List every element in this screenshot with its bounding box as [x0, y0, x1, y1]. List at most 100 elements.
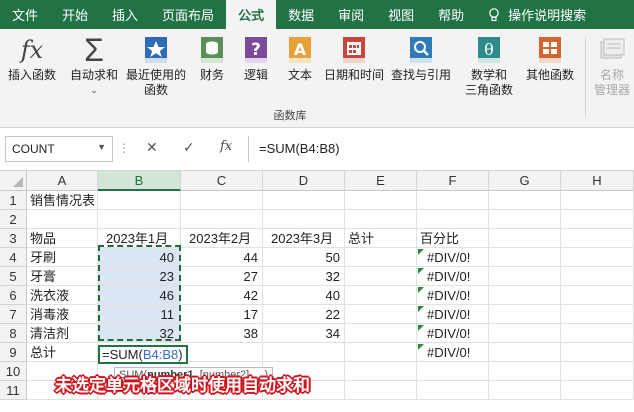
cell-g10[interactable] [489, 362, 561, 381]
row-header[interactable]: 6 [0, 286, 27, 305]
tab-formulas[interactable]: 公式 [226, 0, 277, 29]
header-cell-mar[interactable]: 2023年3月 [263, 229, 345, 248]
cell-h8[interactable] [561, 324, 634, 343]
row-header[interactable]: 8 [0, 324, 27, 343]
error-indicator-icon[interactable] [418, 268, 424, 274]
logical-button[interactable]: ? 逻辑 [238, 35, 274, 83]
cell-h9[interactable] [561, 343, 634, 362]
column-header-c[interactable]: C [181, 171, 263, 191]
error-indicator-icon[interactable] [418, 325, 424, 331]
insert-function-fx-button[interactable]: fx [220, 139, 232, 154]
cell-c1[interactable] [181, 191, 263, 210]
item-name-cell[interactable]: 洗衣液 [27, 286, 98, 305]
row-header[interactable]: 10 [0, 362, 27, 381]
total-value-cell[interactable] [345, 286, 417, 305]
error-indicator-icon[interactable] [418, 306, 424, 312]
total-value-cell[interactable] [345, 267, 417, 286]
tell-me-search[interactable]: 操作说明搜索 [476, 0, 598, 29]
cell-b1[interactable] [98, 191, 181, 210]
cell-h1[interactable] [561, 191, 634, 210]
cell-a1[interactable]: 销售情况表 [27, 191, 98, 210]
cell-h4[interactable] [561, 248, 634, 267]
cell-h6[interactable] [561, 286, 634, 305]
recently-used-button[interactable]: 最近使用的 函数 [124, 35, 188, 98]
cancel-button[interactable]: ✕ [146, 139, 158, 156]
cell-e11[interactable] [345, 381, 417, 400]
percent-value-cell[interactable]: #DIV/0! [417, 248, 489, 267]
cell-f11[interactable] [417, 381, 489, 400]
cell-g4[interactable] [489, 248, 561, 267]
active-edit-cell[interactable]: =SUM(B4:B8) [98, 345, 188, 364]
insert-function-button[interactable]: fx 插入函数 [6, 35, 58, 83]
cell-d9[interactable] [263, 343, 345, 362]
row-header[interactable]: 3 [0, 229, 27, 248]
error-indicator-icon[interactable] [418, 287, 424, 293]
cell-g3[interactable] [489, 229, 561, 248]
row-header[interactable]: 5 [0, 267, 27, 286]
enter-button[interactable]: ✓ [183, 139, 195, 156]
cell-h3[interactable] [561, 229, 634, 248]
cell-h7[interactable] [561, 305, 634, 324]
cell-g2[interactable] [489, 210, 561, 229]
percent-value-cell[interactable]: #DIV/0! [417, 324, 489, 343]
mar-value-cell[interactable]: 50 [263, 248, 345, 267]
cell-f10[interactable] [417, 362, 489, 381]
mar-value-cell[interactable]: 22 [263, 305, 345, 324]
cell-e10[interactable] [345, 362, 417, 381]
cell-h2[interactable] [561, 210, 634, 229]
total-label-cell[interactable]: 总计 [27, 343, 98, 362]
math-trig-button[interactable]: θ 数学和 三角函数 [456, 35, 522, 98]
cell-h11[interactable] [561, 381, 634, 400]
cell-g7[interactable] [489, 305, 561, 324]
lookup-reference-button[interactable]: 查找与引用 [388, 35, 454, 83]
row-header[interactable]: 4 [0, 248, 27, 267]
column-header-g[interactable]: G [489, 171, 561, 191]
date-time-button[interactable]: 日期和时间 [322, 35, 386, 83]
item-name-cell[interactable]: 牙膏 [27, 267, 98, 286]
feb-value-cell[interactable]: 38 [181, 324, 263, 343]
total-percent-cell[interactable]: #DIV/0! [417, 343, 489, 362]
cell-c9[interactable] [181, 343, 263, 362]
cell-a2[interactable] [27, 210, 98, 229]
row-header[interactable]: 1 [0, 191, 27, 210]
percent-value-cell[interactable]: #DIV/0! [417, 267, 489, 286]
jan-value-cell[interactable]: 32 [98, 324, 181, 343]
text-button[interactable]: A 文本 [282, 35, 318, 83]
column-header-a[interactable]: A [27, 171, 98, 191]
tab-page-layout[interactable]: 页面布局 [150, 0, 226, 29]
header-cell-total[interactable]: 总计 [345, 229, 417, 248]
select-all-corner[interactable] [0, 171, 27, 191]
header-cell-item[interactable]: 物品 [27, 229, 98, 248]
cell-h5[interactable] [561, 267, 634, 286]
cell-e9[interactable] [345, 343, 417, 362]
feb-value-cell[interactable]: 27 [181, 267, 263, 286]
header-cell-percent[interactable]: 百分比 [417, 229, 489, 248]
jan-value-cell[interactable]: 40 [98, 248, 181, 267]
name-manager-button[interactable]: 名称 管理器 [592, 35, 632, 98]
feb-value-cell[interactable]: 17 [181, 305, 263, 324]
cell-f2[interactable] [417, 210, 489, 229]
cell-g9[interactable] [489, 343, 561, 362]
header-cell-jan[interactable]: 2023年1月 [98, 229, 181, 248]
jan-value-cell[interactable]: 11 [98, 305, 181, 324]
jan-value-cell[interactable]: 23 [98, 267, 181, 286]
cell-b2[interactable] [98, 210, 181, 229]
mar-value-cell[interactable]: 34 [263, 324, 345, 343]
header-cell-feb[interactable]: 2023年2月 [181, 229, 263, 248]
cell-g6[interactable] [489, 286, 561, 305]
total-value-cell[interactable] [345, 248, 417, 267]
item-name-cell[interactable]: 牙刷 [27, 248, 98, 267]
autosum-button[interactable]: Σ 自动求和 ⌄ [68, 34, 120, 98]
name-box[interactable]: COUNT ▼ [5, 136, 113, 162]
column-header-e[interactable]: E [345, 171, 417, 191]
row-header[interactable]: 9 [0, 343, 27, 362]
cell-f1[interactable] [417, 191, 489, 210]
mar-value-cell[interactable]: 32 [263, 267, 345, 286]
cell-h10[interactable] [561, 362, 634, 381]
column-header-d[interactable]: D [263, 171, 345, 191]
cell-g1[interactable] [489, 191, 561, 210]
item-name-cell[interactable]: 消毒液 [27, 305, 98, 324]
row-header[interactable]: 7 [0, 305, 27, 324]
feb-value-cell[interactable]: 44 [181, 248, 263, 267]
total-value-cell[interactable] [345, 305, 417, 324]
